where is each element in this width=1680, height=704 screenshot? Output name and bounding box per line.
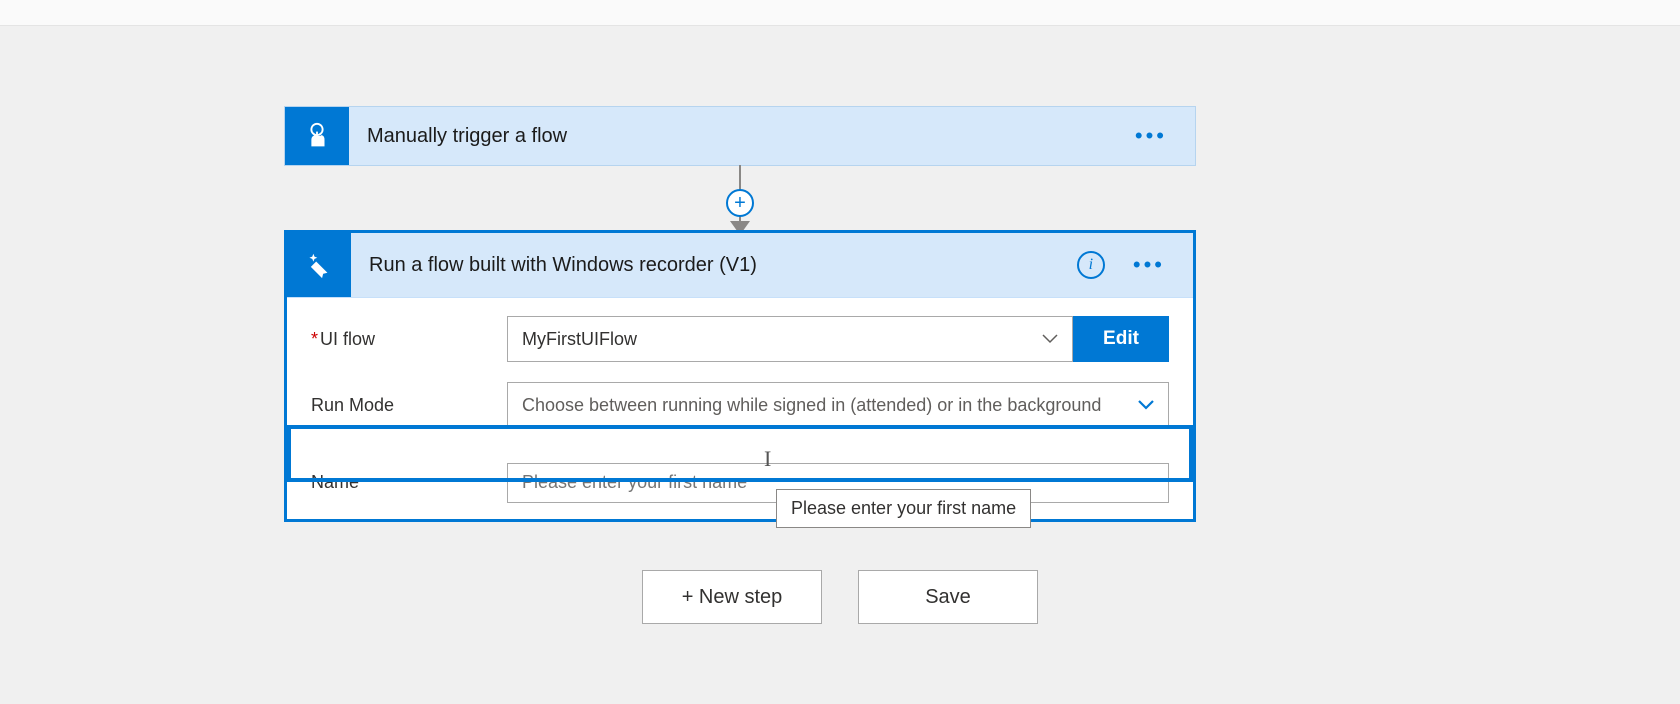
trigger-menu-icon[interactable]: ••• bbox=[1135, 131, 1167, 141]
connector: + bbox=[736, 165, 744, 233]
name-tooltip: Please enter your first name bbox=[776, 489, 1031, 528]
action-title: Run a flow built with Windows recorder (… bbox=[351, 233, 1077, 297]
action-card: Run a flow built with Windows recorder (… bbox=[284, 230, 1196, 522]
action-menu-icon[interactable]: ••• bbox=[1133, 260, 1165, 270]
edit-button[interactable]: Edit bbox=[1073, 316, 1169, 362]
runmode-row: Run Mode Choose between running while si… bbox=[311, 382, 1169, 428]
uiflow-select[interactable]: MyFirstUIFlow bbox=[507, 316, 1073, 362]
touch-icon bbox=[285, 107, 349, 165]
bottom-actions: + New step Save bbox=[0, 570, 1680, 624]
uiflow-row: *UI flow MyFirstUIFlow Edit bbox=[311, 316, 1169, 362]
action-form: *UI flow MyFirstUIFlow Edit Run Mode bbox=[287, 298, 1193, 458]
save-button[interactable]: Save bbox=[858, 570, 1038, 624]
name-label: Name bbox=[311, 472, 507, 493]
chevron-down-icon bbox=[1138, 400, 1154, 410]
info-icon[interactable]: i bbox=[1077, 251, 1105, 279]
chevron-down-icon bbox=[1042, 334, 1058, 344]
uiflow-label: *UI flow bbox=[311, 329, 507, 350]
app-top-strip bbox=[0, 0, 1680, 26]
trigger-title: Manually trigger a flow bbox=[349, 107, 1135, 165]
trigger-card[interactable]: Manually trigger a flow ••• bbox=[284, 106, 1196, 166]
runmode-select[interactable]: Choose between running while signed in (… bbox=[507, 382, 1169, 428]
name-row: Name bbox=[287, 458, 1193, 507]
required-asterisk: * bbox=[311, 329, 318, 349]
new-step-button[interactable]: + New step bbox=[642, 570, 822, 624]
add-step-button[interactable]: + bbox=[726, 189, 754, 217]
action-header[interactable]: Run a flow built with Windows recorder (… bbox=[287, 233, 1193, 298]
cursor-sparkle-icon bbox=[287, 233, 351, 297]
runmode-label: Run Mode bbox=[311, 395, 507, 416]
uiflow-value: MyFirstUIFlow bbox=[522, 329, 637, 350]
runmode-placeholder: Choose between running while signed in (… bbox=[522, 395, 1101, 416]
